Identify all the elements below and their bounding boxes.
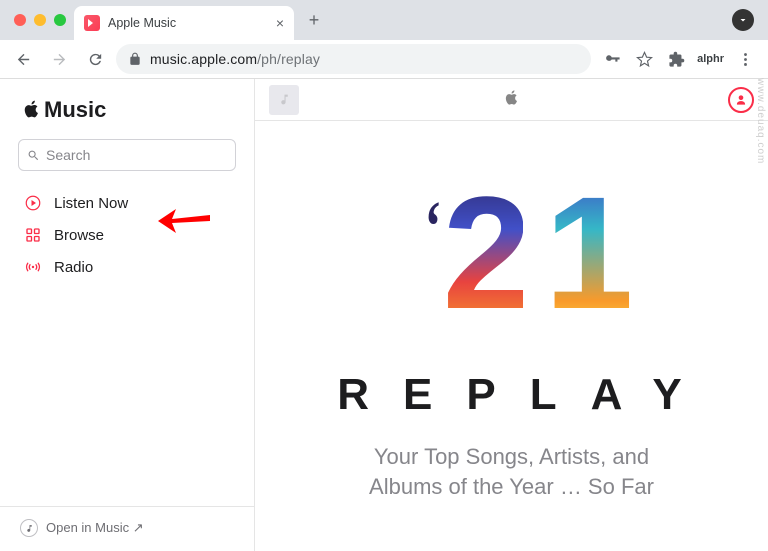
tab-bar: Apple Music × + xyxy=(0,0,768,40)
sidebar-item-radio[interactable]: Radio xyxy=(0,251,254,283)
sidebar-item-label: Browse xyxy=(54,227,104,244)
chevron-down-icon xyxy=(737,14,749,26)
url-text: music.apple.com/ph/replay xyxy=(150,51,320,67)
music-note-circle-icon xyxy=(20,519,38,537)
reload-button[interactable] xyxy=(80,44,110,74)
window-controls xyxy=(10,14,74,26)
apple-icon xyxy=(503,89,520,106)
replay-title: REPLAY xyxy=(307,370,715,420)
hero-subtitle: Your Top Songs, Artists, and Albums of t… xyxy=(369,442,654,501)
lock-icon xyxy=(128,52,142,66)
forward-button[interactable] xyxy=(44,44,74,74)
browser-menu-button[interactable] xyxy=(730,44,760,74)
puzzle-icon xyxy=(668,51,685,68)
sidebar-item-listen-now[interactable]: Listen Now xyxy=(0,187,254,219)
account-button[interactable] xyxy=(728,87,754,113)
browser-profile-button[interactable] xyxy=(732,9,754,31)
play-circle-icon xyxy=(24,194,42,212)
watermark-text: www.deuaq.com xyxy=(755,78,766,164)
browser-chrome: Apple Music × + music.apple.com/ph/repla… xyxy=(0,0,768,79)
now-playing-placeholder[interactable] xyxy=(269,85,299,115)
sidebar-nav: Listen Now Browse Radio xyxy=(0,185,254,285)
kebab-icon xyxy=(737,51,754,68)
arrow-left-icon xyxy=(15,51,32,68)
browser-tab[interactable]: Apple Music × xyxy=(74,6,294,40)
brand-text: Music xyxy=(44,97,106,123)
star-icon xyxy=(636,51,653,68)
sidebar-item-label: Radio xyxy=(54,259,93,276)
search-box[interactable] xyxy=(18,139,236,171)
bookmark-button[interactable] xyxy=(629,44,659,74)
replay-hero: ‘ 2 1 REPLAY Your Top Songs, Artists, an… xyxy=(255,121,768,551)
apple-music-favicon-icon xyxy=(84,15,100,31)
radio-waves-icon xyxy=(24,258,42,276)
arrow-right-icon xyxy=(51,51,68,68)
grid-icon xyxy=(24,226,42,244)
back-button[interactable] xyxy=(8,44,38,74)
search-input[interactable] xyxy=(46,147,227,163)
digit-one: 1 xyxy=(545,173,634,333)
main-content: ‘ 2 1 REPLAY Your Top Songs, Artists, an… xyxy=(255,79,768,551)
person-icon xyxy=(734,93,748,107)
new-tab-button[interactable]: + xyxy=(300,6,328,34)
extension-label[interactable]: alphr xyxy=(693,53,728,65)
music-note-icon xyxy=(278,93,291,106)
key-icon xyxy=(604,51,621,68)
year-artwork: ‘ 2 1 xyxy=(397,177,627,362)
open-in-label: Open in Music ↗ xyxy=(46,520,144,536)
apple-icon xyxy=(22,99,42,119)
password-key-button[interactable] xyxy=(597,44,627,74)
brand-logo[interactable]: Music xyxy=(0,79,254,135)
extensions-button[interactable] xyxy=(661,44,691,74)
apostrophe-glyph: ‘ xyxy=(424,185,441,268)
sidebar-item-label: Listen Now xyxy=(54,195,128,212)
player-topbar xyxy=(255,79,768,121)
window-minimize-button[interactable] xyxy=(34,14,46,26)
tab-title: Apple Music xyxy=(108,16,268,30)
page-content: Music Listen Now Browse xyxy=(0,79,768,551)
reload-icon xyxy=(87,51,104,68)
sidebar-footer: Open in Music ↗ xyxy=(0,506,254,551)
open-in-music-link[interactable]: Open in Music ↗ xyxy=(20,519,234,537)
digit-two: 2 xyxy=(443,173,524,333)
sidebar: Music Listen Now Browse xyxy=(0,79,255,551)
window-maximize-button[interactable] xyxy=(54,14,66,26)
browser-toolbar: music.apple.com/ph/replay alphr xyxy=(0,40,768,78)
address-bar[interactable]: music.apple.com/ph/replay xyxy=(116,44,591,74)
tab-close-icon[interactable]: × xyxy=(276,15,284,31)
search-icon xyxy=(27,149,40,162)
sidebar-item-browse[interactable]: Browse xyxy=(0,219,254,251)
window-close-button[interactable] xyxy=(14,14,26,26)
apple-logo-center xyxy=(503,89,520,111)
